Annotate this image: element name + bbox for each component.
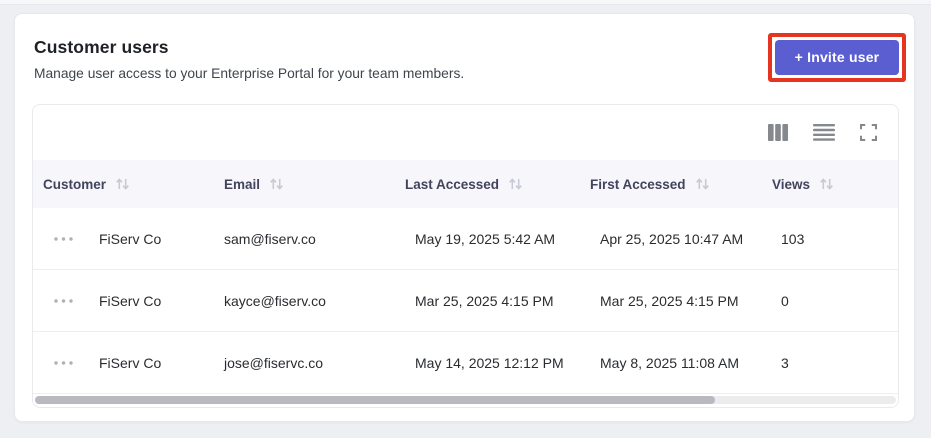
column-header-customer[interactable]: Customer (33, 177, 224, 192)
column-header-label: Last Accessed (405, 176, 500, 192)
fullscreen-button[interactable] (858, 122, 879, 143)
columns-icon (768, 124, 788, 141)
column-header-last-accessed[interactable]: Last Accessed (405, 177, 590, 192)
show-hide-columns-button[interactable] (766, 122, 790, 143)
h-scrollbar-thumb[interactable] (35, 396, 716, 404)
ellipsis-icon (53, 360, 73, 365)
table-row: FiServ Co jose@fiservc.co May 14, 2025 1… (33, 332, 898, 394)
cell-customer: FiServ Co (99, 354, 162, 371)
sort-arrows-icon[interactable] (695, 177, 710, 191)
column-header-email[interactable]: Email (224, 177, 405, 192)
toggle-density-button[interactable] (811, 122, 837, 143)
annotation-highlight-box: + Invite user (768, 33, 906, 82)
fullscreen-icon (860, 124, 877, 141)
row-actions-menu-button[interactable] (50, 357, 77, 369)
row-actions-menu-button[interactable] (50, 295, 77, 307)
cell-last-accessed: Mar 25, 2025 4:15 PM (415, 292, 554, 309)
cell-views: 3 (781, 354, 789, 371)
ellipsis-icon (53, 298, 73, 303)
cell-first-accessed: Mar 25, 2025 4:15 PM (600, 292, 739, 309)
page-subtitle: Manage user access to your Enterprise Po… (34, 66, 465, 81)
ellipsis-icon (53, 236, 73, 241)
sort-arrows-icon[interactable] (508, 177, 523, 191)
column-header-label: First Accessed (590, 176, 686, 192)
cell-last-accessed: May 19, 2025 5:42 AM (415, 230, 556, 247)
cell-email: sam@fiserv.co (224, 230, 316, 247)
invite-user-button[interactable]: + Invite user (775, 40, 899, 75)
cell-email: jose@fiservc.co (224, 354, 324, 371)
customer-users-card: Customer users Manage user access to you… (14, 13, 915, 422)
table-toolbar (33, 105, 898, 160)
table-row: FiServ Co kayce@fiserv.co Mar 25, 2025 4… (33, 270, 898, 332)
column-header-views[interactable]: Views (762, 177, 898, 192)
sort-arrows-icon[interactable] (115, 177, 130, 191)
cell-last-accessed: May 14, 2025 12:12 PM (415, 354, 564, 371)
horizontal-scrollbar (33, 394, 898, 407)
cell-views: 103 (781, 230, 805, 247)
card-header: Customer users Manage user access to you… (15, 14, 914, 82)
table-header-row: Customer Email Last Accessed First Acces… (33, 160, 898, 208)
cell-first-accessed: Apr 25, 2025 10:47 AM (600, 230, 744, 247)
cell-views: 0 (781, 292, 789, 309)
cell-customer: FiServ Co (99, 230, 162, 247)
column-header-first-accessed[interactable]: First Accessed (590, 177, 762, 192)
cell-first-accessed: May 8, 2025 11:08 AM (600, 354, 740, 371)
column-header-label: Email (224, 176, 261, 192)
page-title: Customer users (34, 37, 169, 57)
column-header-label: Views (772, 176, 811, 192)
sort-arrows-icon[interactable] (269, 177, 284, 191)
row-actions-menu-button[interactable] (50, 233, 77, 245)
density-icon (813, 124, 835, 141)
previous-card-bottom-edge (0, 0, 931, 5)
h-scrollbar-track[interactable] (35, 396, 896, 404)
sort-arrows-icon[interactable] (819, 177, 834, 191)
column-header-label: Customer (43, 176, 107, 192)
table-panel: Customer Email Last Accessed First Acces… (32, 104, 899, 408)
cell-email: kayce@fiserv.co (224, 292, 326, 309)
cell-customer: FiServ Co (99, 292, 162, 309)
table-row: FiServ Co sam@fiserv.co May 19, 2025 5:4… (33, 208, 898, 270)
